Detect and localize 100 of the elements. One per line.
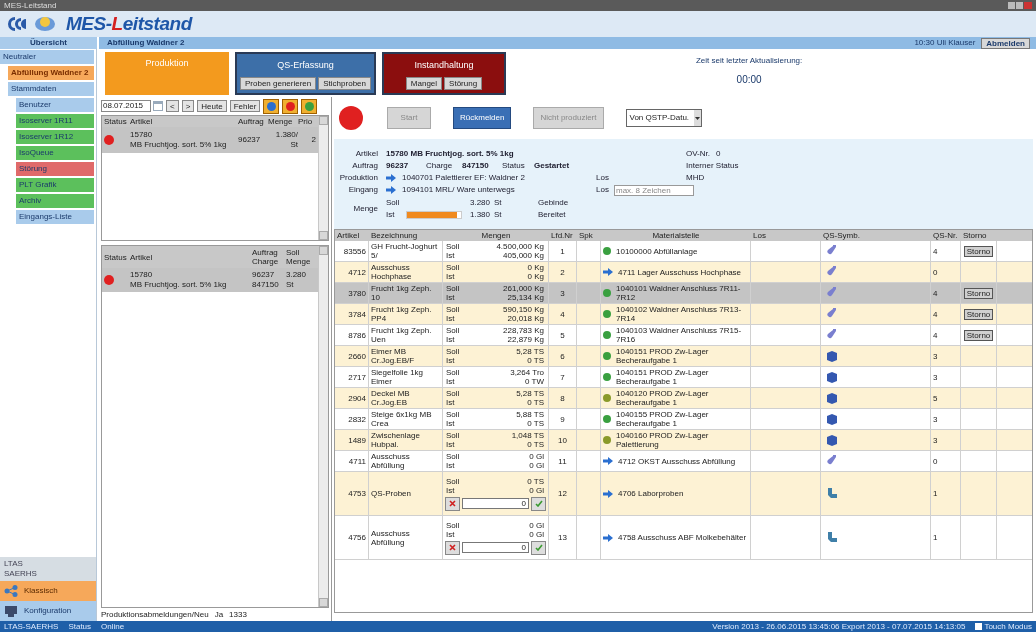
amount-field[interactable]: 0 (462, 542, 529, 553)
amount-label: Soll (445, 431, 461, 440)
amount-value: 261,000 Kg (502, 284, 545, 293)
module-tab[interactable]: QS-Erfassung Proben generieren Stichproben (235, 52, 376, 95)
table-cell: 2832 (348, 414, 366, 424)
amount-value: 0 TS (526, 398, 545, 407)
amount-value: 0 Gl (528, 452, 545, 461)
pending-row[interactable]: 15780 MB Fruchtjog. sort. 5% 1kg 96237 847150 3.280 St (102, 268, 318, 292)
tree-item[interactable]: PLT Grafik (16, 178, 94, 193)
confirm-button[interactable] (531, 540, 546, 555)
tree-item[interactable]: Isoserver 1R11 (16, 114, 94, 129)
logo-icon (6, 15, 28, 33)
toolbar-button[interactable]: < (166, 100, 179, 112)
column-header: Artikel (130, 252, 154, 262)
toolbar-button[interactable]: Heute (197, 100, 227, 112)
date-field[interactable]: 08.07.2015 (101, 100, 151, 112)
tab-action-button[interactable]: Proben generieren (240, 76, 317, 90)
cube-icon (827, 392, 837, 404)
scrollbar[interactable] (318, 116, 328, 240)
table-cell: 9 (560, 414, 565, 424)
module-tab[interactable]: Instandhaltung Mangel Störung (382, 52, 506, 95)
flask-icon (827, 287, 837, 299)
table-cell-text: 1040120 PROD Zw-Lager Becheraufgabe 1 (616, 389, 710, 407)
tab-action-button[interactable]: Störung (444, 76, 483, 90)
amount-value: 0 TS (526, 440, 545, 449)
amount-value: 0 Gl (528, 461, 545, 470)
tree-item[interactable]: Störung (16, 162, 94, 177)
action-button[interactable]: Rückmelden (453, 107, 512, 129)
calendar-icon[interactable] (153, 101, 163, 111)
tree-item[interactable]: Isoserver 1R12 (16, 130, 94, 145)
table-cell: 1 (560, 246, 565, 256)
tab-action-button[interactable]: Stichproben (318, 76, 371, 90)
touch-mode-checkbox[interactable]: Touch Modus (975, 622, 1032, 631)
amount-value: 3,264 Tro (509, 368, 545, 377)
field-value: 1.380 (468, 209, 490, 220)
field-value: St (494, 209, 503, 220)
flask-icon (827, 329, 837, 341)
caret-icon (693, 110, 701, 126)
field-label: Artikel (354, 148, 379, 159)
tree-item[interactable]: Eingangs-Liste (16, 210, 94, 225)
tree-item[interactable]: Archiv (16, 194, 94, 209)
computer-icon (4, 605, 18, 617)
amount-value: 590,150 Kg (502, 305, 545, 314)
amount-label: Ist (445, 440, 456, 449)
table-cell-text: Eimer MB Cr.Jog.EB/F (371, 347, 416, 365)
filter-button[interactable] (263, 98, 280, 114)
table-cell: 2717 (348, 372, 366, 382)
field-value: Gebinde (538, 197, 569, 208)
confirm-button[interactable] (531, 496, 546, 511)
field-label: MHD (686, 172, 705, 183)
table-cell-text: 1040102 Waldner Anschluss 7R13-7R14 (616, 305, 743, 323)
order-row[interactable]: 15780 MB Fruchtjog. sort. 5% 1kg 96237 1.380/ St 2 (102, 127, 318, 153)
storno-button[interactable]: Storno (963, 245, 994, 257)
cancel-button[interactable] (445, 540, 460, 555)
flask-icon (827, 308, 837, 320)
storno-button[interactable]: Storno (963, 329, 994, 341)
table-cell: 4758 Ausschuss ABF Molkebehälter (618, 533, 747, 542)
column-header: Soll Menge (286, 248, 312, 266)
tab-label: Produktion (145, 57, 189, 70)
table-cell: 0 (933, 267, 938, 277)
refresh-label: Zeit seit letzter Aktualisierung: (696, 55, 803, 67)
table-cell-text: Ausschuss Abfüllung (371, 452, 411, 470)
amount-value: 0 Kg (526, 263, 545, 272)
filter-dropdown[interactable]: Von QSTP-Datu. (625, 109, 702, 127)
table-cell: 4 (560, 309, 565, 319)
filter-button[interactable] (282, 98, 299, 114)
filter-button[interactable] (301, 98, 318, 114)
amount-label: Soll (445, 347, 461, 356)
logout-button[interactable]: Abmelden (981, 37, 1030, 49)
app-logo-text: MES-Leitstand (66, 11, 192, 36)
material-row[interactable]: 4753 QS-Proben Soll 0 TS Ist 0 Gl 0 12 4706 Laborproben 1 (335, 472, 1032, 516)
cancel-button[interactable] (445, 496, 460, 511)
window-controls-icon[interactable] (1008, 2, 1032, 9)
lot-field[interactable]: max. 8 Zeichen (614, 184, 694, 196)
storno-button[interactable]: Storno (963, 308, 994, 320)
tree-item[interactable]: Benutzer (16, 98, 94, 113)
cube-icon (827, 413, 837, 425)
storno-button[interactable]: Storno (963, 287, 994, 299)
toolbar-button[interactable]: > (181, 100, 195, 112)
tree-item[interactable]: Stammdaten (8, 82, 94, 97)
mode-button[interactable]: Konfiguration (0, 601, 96, 621)
toolbar-button[interactable]: Fehler (229, 100, 261, 112)
amount-field[interactable]: 0 (462, 498, 529, 509)
tree-item[interactable]: IsoQueue (16, 146, 94, 161)
table-cell: 1489 (348, 435, 366, 445)
table-cell-text: 1040101 Waldner Anschluss 7R11-7R12 (616, 284, 742, 302)
table-cell: 4712 OKST Ausschuss Abfüllung (618, 456, 736, 466)
tab-action-button[interactable]: Mangel (405, 76, 443, 90)
mode-button[interactable]: Klassisch (0, 581, 96, 601)
table-cell: 10 (558, 435, 567, 445)
column-header: Auftrag Charge (252, 248, 280, 266)
table-cell: 4 (933, 246, 938, 256)
table-cell: 4711 (348, 456, 366, 466)
table-cell: 2904 (348, 393, 366, 403)
tree-item[interactable]: Abfüllung Waldner 2 (8, 66, 94, 81)
tree-item[interactable]: Neutraler (0, 50, 94, 65)
table-cell-text: Zwischenlage Hubpal. (371, 431, 421, 449)
scrollbar[interactable] (318, 246, 328, 607)
amount-value: 25,134 Kg (506, 293, 545, 302)
table-cell-text: Frucht 1kg Zeph. Uen (371, 326, 433, 344)
